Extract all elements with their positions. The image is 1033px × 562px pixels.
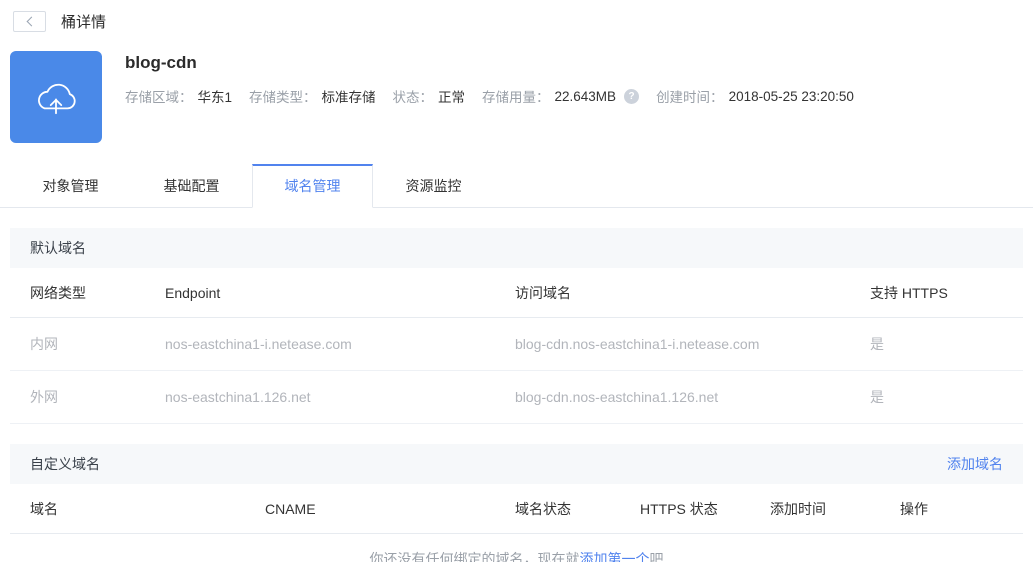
cell-endpoint: nos-eastchina1-i.netease.com xyxy=(165,317,515,371)
cell-access-domain: blog-cdn.nos-eastchina1.126.net xyxy=(515,370,870,424)
page-title: 桶详情 xyxy=(61,14,107,31)
col-network-type: 网络类型 xyxy=(10,268,165,318)
tab-domain-management[interactable]: 域名管理 xyxy=(252,164,373,208)
add-domain-link[interactable]: 添加域名 xyxy=(947,454,1003,474)
tab-resource-monitor[interactable]: 资源监控 xyxy=(373,164,494,208)
custom-domains-header: 自定义域名 添加域名 xyxy=(10,444,1023,484)
meta-created-time: 创建时间： 2018-05-25 23:20:50 xyxy=(656,88,854,106)
cell-https-support: 是 xyxy=(870,370,1023,424)
default-domains-title: 默认域名 xyxy=(30,240,86,256)
empty-state-text: 你还没有任何绑定的域名，现在就 xyxy=(369,551,580,562)
tab-object-management[interactable]: 对象管理 xyxy=(10,164,131,208)
topbar: 桶详情 xyxy=(0,0,1033,32)
empty-state: 你还没有任何绑定的域名，现在就添加第一个吧 xyxy=(10,534,1023,562)
col-actions: 操作 xyxy=(900,484,1023,534)
table-header-row: 域名 CNAME 域名状态 HTTPS 状态 添加时间 操作 xyxy=(10,484,1023,534)
table-row: 内网 nos-eastchina1-i.netease.com blog-cdn… xyxy=(10,317,1023,371)
bucket-header: blog-cdn 存储区域： 华东1 存储类型： 标准存储 状态： 正常 存储用… xyxy=(10,51,1033,143)
table-header-row: 网络类型 Endpoint 访问域名 支持 HTTPS xyxy=(10,268,1023,318)
back-button[interactable] xyxy=(13,11,46,32)
chevron-left-icon xyxy=(26,16,36,27)
meta-storage-type: 存储类型： 标准存储 xyxy=(249,90,376,105)
default-domains-header: 默认域名 xyxy=(10,228,1023,268)
bucket-detail-page: 桶详情 blog-cdn 存储区域： 华东1 存储类型： 标准存储 状态： 正常… xyxy=(0,0,1033,562)
col-endpoint: Endpoint xyxy=(165,268,515,318)
col-cname: CNAME xyxy=(265,484,515,534)
tab-bar: 对象管理 基础配置 域名管理 资源监控 xyxy=(0,164,1033,208)
tab-basic-config[interactable]: 基础配置 xyxy=(131,164,252,208)
col-add-time: 添加时间 xyxy=(770,484,900,534)
col-https-status: HTTPS 状态 xyxy=(640,484,770,534)
meta-storage-usage: 存储用量： 22.643MB ? xyxy=(482,86,640,106)
default-domains-table: 网络类型 Endpoint 访问域名 支持 HTTPS 内网 nos-eastc… xyxy=(10,268,1023,424)
empty-state-suffix: 吧 xyxy=(649,551,664,562)
meta-storage-region: 存储区域： 华东1 xyxy=(125,90,233,105)
cell-access-domain: blog-cdn.nos-eastchina1-i.netease.com xyxy=(515,317,870,371)
table-row: 外网 nos-eastchina1.126.net blog-cdn.nos-e… xyxy=(10,370,1023,424)
col-https-support: 支持 HTTPS xyxy=(870,268,1023,318)
custom-domains-table: 域名 CNAME 域名状态 HTTPS 状态 添加时间 操作 xyxy=(10,484,1023,534)
custom-domains-title: 自定义域名 xyxy=(30,456,100,472)
cell-network-type: 内网 xyxy=(10,317,165,371)
help-icon[interactable]: ? xyxy=(624,88,640,104)
custom-domains-section: 自定义域名 添加域名 域名 CNAME 域名状态 HTTPS 状态 添加时间 操… xyxy=(10,444,1023,562)
meta-status: 状态： 正常 xyxy=(392,90,466,105)
bucket-meta: 存储区域： 华东1 存储类型： 标准存储 状态： 正常 存储用量： 22.643… xyxy=(125,86,871,106)
col-access-domain: 访问域名 xyxy=(515,268,870,318)
cell-endpoint: nos-eastchina1.126.net xyxy=(165,370,515,424)
cell-https-support: 是 xyxy=(870,317,1023,371)
add-first-domain-link[interactable]: 添加第一个 xyxy=(580,551,650,562)
bucket-icon xyxy=(10,51,102,143)
cloud-upload-icon xyxy=(38,83,76,115)
cell-network-type: 外网 xyxy=(10,370,165,424)
default-domains-section: 默认域名 网络类型 Endpoint 访问域名 支持 HTTPS 内网 nos-… xyxy=(10,228,1023,424)
bucket-info: blog-cdn 存储区域： 华东1 存储类型： 标准存储 状态： 正常 存储用… xyxy=(125,51,871,143)
bucket-name: blog-cdn xyxy=(125,53,197,72)
col-domain-status: 域名状态 xyxy=(515,484,640,534)
col-domain: 域名 xyxy=(10,484,265,534)
